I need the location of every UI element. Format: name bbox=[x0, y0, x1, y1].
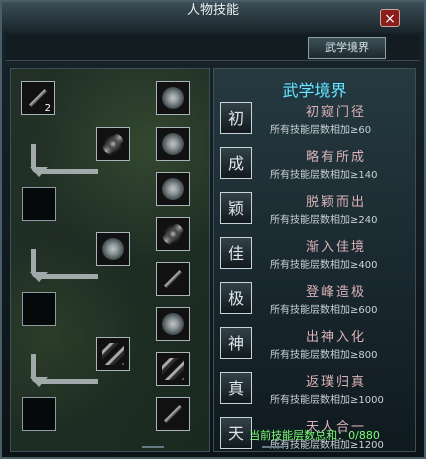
martial-realm-panel: 武学境界 初初窥门径 所有技能层数相加≥60 成略有所成 所有技能层数相加≥140 … bbox=[213, 68, 416, 452]
realm-requirement: 所有技能层数相加≥240 bbox=[270, 215, 378, 226]
realm-badge: 佳 bbox=[220, 237, 252, 269]
empty-skill-slot[interactable] bbox=[22, 292, 56, 326]
claw-skill-icon[interactable] bbox=[156, 262, 190, 296]
realm-name: 返璞归真 bbox=[305, 375, 366, 390]
realm-name: 渐入佳境 bbox=[305, 240, 366, 255]
realm-badge: 成 bbox=[220, 147, 252, 179]
window-title: 人物技能 bbox=[186, 3, 239, 18]
realm-badge: 真 bbox=[220, 372, 252, 404]
bottom-ornament bbox=[142, 446, 164, 454]
realm-row: 颖 脱颖而出所有技能层数相加≥240 bbox=[220, 191, 410, 230]
slash-skill-icon[interactable] bbox=[96, 337, 130, 371]
skill-count: 2 bbox=[44, 103, 51, 114]
realm-name: 登峰造极 bbox=[305, 285, 366, 300]
realm-name: 脱颖而出 bbox=[305, 195, 366, 210]
realm-requirement: 所有技能层数相加≥1000 bbox=[270, 395, 384, 406]
down-arrow-icon bbox=[30, 167, 48, 177]
bottom-ornament bbox=[262, 446, 284, 454]
realm-row: 真 返璞归真所有技能层数相加≥1000 bbox=[220, 371, 410, 410]
close-icon[interactable]: × bbox=[380, 9, 400, 27]
ring-skill-icon[interactable] bbox=[156, 127, 190, 161]
empty-skill-slot[interactable] bbox=[22, 397, 56, 431]
hand-skill-icon[interactable] bbox=[156, 352, 190, 386]
realm-name: 略有所成 bbox=[305, 150, 366, 165]
realm-badge: 初 bbox=[220, 102, 252, 134]
realm-requirement: 所有技能层数相加≥60 bbox=[270, 125, 372, 136]
realm-name: 初窥门径 bbox=[305, 105, 366, 120]
empty-skill-slot[interactable] bbox=[22, 187, 56, 221]
down-arrow-icon bbox=[30, 272, 48, 282]
sword-skill-icon[interactable]: 2 bbox=[21, 81, 55, 115]
down-arrow-icon bbox=[30, 377, 48, 387]
realm-requirement: 所有技能层数相加≥140 bbox=[270, 170, 378, 181]
realm-row: 成 略有所成所有技能层数相加≥140 bbox=[220, 146, 410, 185]
realm-requirement: 所有技能层数相加≥600 bbox=[270, 305, 378, 316]
skill-window: 人物技能 × 武学境界 2 武学境界 初 初窥门径所有技能层数相加≥60 成 略有所… bbox=[0, 0, 426, 459]
figures-skill-icon[interactable] bbox=[156, 172, 190, 206]
title-bar: 人物技能 × bbox=[2, 2, 424, 32]
realm-tab-button[interactable]: 武学境界 bbox=[308, 37, 386, 59]
orb-skill-icon[interactable] bbox=[96, 232, 130, 266]
star-burst-skill-icon[interactable] bbox=[96, 127, 130, 161]
realm-badge: 神 bbox=[220, 327, 252, 359]
wheel-skill-icon[interactable] bbox=[156, 307, 190, 341]
realm-badge: 极 bbox=[220, 282, 252, 314]
realm-requirement: 所有技能层数相加≥800 bbox=[270, 350, 378, 361]
realm-row: 初 初窥门径所有技能层数相加≥60 bbox=[220, 101, 410, 140]
realm-name: 出神入化 bbox=[305, 330, 366, 345]
realm-requirement: 所有技能层数相加≥400 bbox=[270, 260, 378, 271]
realm-row: 神 出神入化所有技能层数相加≥800 bbox=[220, 326, 410, 365]
realm-row: 极 登峰造极所有技能层数相加≥600 bbox=[220, 281, 410, 320]
light-skill-icon[interactable] bbox=[156, 397, 190, 431]
skill-tree-panel: 2 bbox=[10, 68, 210, 452]
realm-title: 武学境界 bbox=[282, 81, 347, 100]
total-skill-layers: 当前技能层数总和：0/880 bbox=[249, 429, 380, 442]
explosion-skill-icon[interactable] bbox=[156, 217, 190, 251]
moon-skill-icon[interactable] bbox=[156, 81, 190, 115]
realm-row: 佳 渐入佳境所有技能层数相加≥400 bbox=[220, 236, 410, 275]
realm-badge: 颖 bbox=[220, 192, 252, 224]
